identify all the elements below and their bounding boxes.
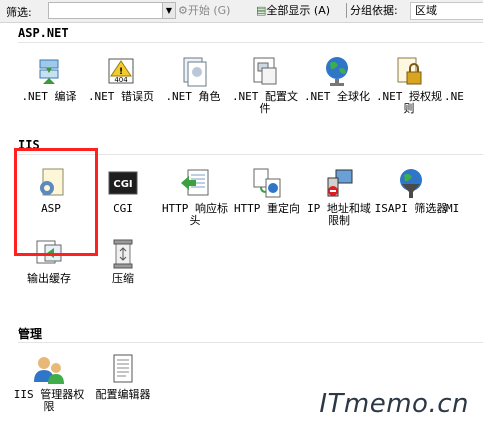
toolbar-separator xyxy=(346,3,347,18)
http-headers-icon xyxy=(178,166,212,200)
filter-input[interactable] xyxy=(48,2,164,19)
group-by-select[interactable]: 区域 xyxy=(410,2,483,20)
feature-net-globalization[interactable]: .NET 全球化 xyxy=(300,54,374,103)
show-all-button[interactable]: ▤全部显示 (A) xyxy=(256,3,330,19)
svg-text:CGI: CGI xyxy=(113,179,132,190)
feature-net-error-pages[interactable]: ! 404 .NET 错误页 xyxy=(84,54,158,103)
group-by-label: 分组依据: xyxy=(350,4,398,17)
show-all-icon: ▤ xyxy=(256,4,267,17)
profile-icon xyxy=(248,54,282,88)
more-icon xyxy=(447,54,481,88)
feature-configuration-editor[interactable]: 配置编辑器 xyxy=(86,352,160,401)
feature-net-roles[interactable]: .NET 角色 xyxy=(156,54,230,103)
feature-iis-manager-permissions[interactable]: IIS 管理器权限 xyxy=(12,352,86,413)
feature-net-compile[interactable]: .NET 编译 xyxy=(12,54,86,103)
feature-net-profile[interactable]: .NET 配置文件 xyxy=(228,54,302,115)
roles-icon xyxy=(176,54,210,88)
feature-mime-types[interactable]: MI xyxy=(446,166,483,215)
filter-label: 筛选: xyxy=(6,6,32,19)
start-icon: ⚙ xyxy=(178,4,188,17)
watermark-text: ITmemo.cn xyxy=(319,389,469,419)
section-divider xyxy=(18,42,483,43)
cgi-icon: CGI xyxy=(106,166,140,200)
section-title-aspnet: ASP.NET xyxy=(18,26,69,40)
section-title-management: 管理 xyxy=(18,327,43,341)
compression-icon xyxy=(106,236,140,270)
feature-net-more[interactable]: .NE xyxy=(444,54,483,103)
mime-icon xyxy=(448,166,482,200)
svg-text:404: 404 xyxy=(114,76,128,84)
feature-isapi-filters[interactable]: ISAPI 筛选器 xyxy=(374,166,448,215)
error-page-icon: ! 404 xyxy=(104,54,138,88)
feature-http-response-headers[interactable]: HTTP 响应标头 xyxy=(158,166,232,227)
feature-ip-domain-restrictions[interactable]: IP 地址和域限制 xyxy=(302,166,376,227)
config-editor-icon xyxy=(106,352,140,386)
isapi-icon xyxy=(394,166,428,200)
features-view: ASP.NET .NET 编译 ! 404 .NET 错误页 .NET 角色 .N… xyxy=(0,22,483,425)
feature-net-authorization-rules[interactable]: .NET 授权规则 xyxy=(372,54,446,115)
compile-icon xyxy=(32,54,66,88)
manager-permissions-icon xyxy=(32,352,66,386)
redirect-icon xyxy=(250,166,284,200)
asp-highlight-box xyxy=(14,148,98,256)
section-divider xyxy=(18,342,483,343)
start-button[interactable]: ⚙开始 (G) xyxy=(178,3,230,19)
ip-restrict-icon xyxy=(322,166,356,200)
filter-toolbar: 筛选: ▼ ⚙开始 (G) ▤全部显示 (A) 分组依据: 区域 xyxy=(0,0,483,23)
globe-icon xyxy=(320,54,354,88)
filter-dropdown-button[interactable]: ▼ xyxy=(162,2,176,19)
authorization-icon xyxy=(392,54,426,88)
feature-http-redirect[interactable]: HTTP 重定向 xyxy=(230,166,304,215)
